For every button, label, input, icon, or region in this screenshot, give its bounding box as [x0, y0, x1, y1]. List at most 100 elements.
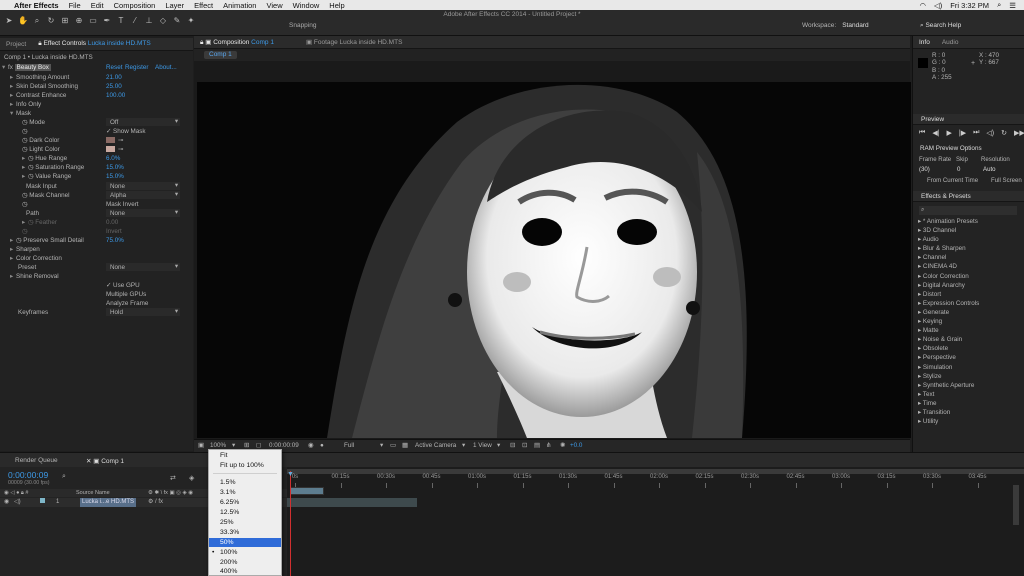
- param-value[interactable]: None: [110, 209, 125, 218]
- pen-tool-icon[interactable]: ✒: [102, 16, 112, 26]
- resolution-select-preview[interactable]: Auto: [983, 166, 996, 173]
- param-value[interactable]: ✓ Show Mask: [106, 127, 146, 136]
- layer-color-label[interactable]: [40, 498, 45, 507]
- eyedropper-icon[interactable]: ⊸: [118, 146, 123, 153]
- effect-param-row[interactable]: ◷ ✓ Show Mask: [0, 127, 193, 136]
- zoom-option-200[interactable]: 200%: [209, 558, 281, 567]
- zoom-tool-icon[interactable]: ⌕: [32, 16, 42, 26]
- view-layout-select[interactable]: 1 View: [473, 440, 492, 452]
- param-value[interactable]: 25.00: [106, 82, 122, 91]
- timeline-icon[interactable]: ▤: [534, 440, 540, 452]
- menu-effect[interactable]: Effect: [194, 1, 213, 10]
- exposure-reset-icon[interactable]: ✺: [560, 440, 565, 452]
- menu-animation[interactable]: Animation: [223, 1, 256, 10]
- effects-category-item[interactable]: ▸ Keying: [918, 317, 979, 326]
- param-value[interactable]: 6.0%: [106, 154, 120, 163]
- effects-category-item[interactable]: ▸ Simulation: [918, 363, 979, 372]
- vertical-scrollbar[interactable]: [1013, 485, 1019, 525]
- effect-param-row[interactable]: Path None: [0, 208, 193, 218]
- search-icon[interactable]: ⌕: [62, 473, 66, 481]
- footage-frame-mask-view[interactable]: [197, 82, 911, 438]
- spotlight-icon[interactable]: ⌕: [997, 0, 1001, 10]
- effects-presets-title[interactable]: Effects & Presets: [913, 191, 1024, 202]
- snapping-label[interactable]: Snapping: [289, 22, 316, 29]
- pan-behind-tool-icon[interactable]: ⊕: [74, 16, 84, 26]
- param-value[interactable]: 100.00: [106, 91, 125, 100]
- stopwatch-icon[interactable]: ◷: [22, 128, 28, 135]
- first-frame-icon[interactable]: ⏮: [919, 129, 925, 137]
- effects-category-item[interactable]: ▸ * Animation Presets: [918, 217, 979, 226]
- clone-stamp-tool-icon[interactable]: ⊥: [144, 16, 154, 26]
- tab-footage[interactable]: ▣ Footage Lucka inside HD.MTS: [300, 38, 408, 46]
- chevron-down-icon[interactable]: ▾: [497, 440, 500, 452]
- menu-file[interactable]: File: [69, 1, 81, 10]
- comp-mini-flowchart-icon[interactable]: ⇄: [170, 474, 176, 482]
- chevron-down-icon[interactable]: ▾: [462, 440, 465, 452]
- effects-category-item[interactable]: ▸ Distort: [918, 290, 979, 299]
- region-of-interest-icon[interactable]: ▭: [390, 440, 396, 452]
- zoom-option-25[interactable]: 25%: [209, 518, 281, 527]
- effect-param-row[interactable]: ✓ Use GPU: [0, 281, 193, 290]
- eyedropper-icon[interactable]: ⊸: [118, 137, 123, 144]
- param-value[interactable]: Invert: [106, 227, 122, 236]
- camera-tool-icon[interactable]: ⊞: [60, 16, 70, 26]
- always-preview-icon[interactable]: ▣: [198, 440, 204, 452]
- zoom-option-400[interactable]: 400%: [209, 567, 281, 576]
- effect-param-row[interactable]: ◷ Invert: [0, 227, 193, 236]
- ram-preview-icon[interactable]: ▶▶: [1014, 129, 1024, 137]
- effect-param-row[interactable]: ◷ Dark Color ⊸: [0, 136, 193, 145]
- menu-help[interactable]: Help: [329, 1, 344, 10]
- effect-param-row[interactable]: ▸ ◷ Hue Range 6.0%: [0, 154, 193, 163]
- tab-comp-timeline[interactable]: ✕ ▣ Comp 1: [86, 457, 124, 465]
- rotate-tool-icon[interactable]: ↻: [46, 16, 56, 26]
- full-screen-option[interactable]: Full Screen: [991, 177, 1022, 184]
- effects-category-item[interactable]: ▸ Perspective: [918, 353, 979, 362]
- effects-category-item[interactable]: ▸ Digital Anarchy: [918, 281, 979, 290]
- snapshot-icon[interactable]: ◉: [308, 440, 314, 452]
- param-value[interactable]: 21.00: [106, 73, 122, 82]
- effects-search-field[interactable]: ⌕: [919, 206, 1017, 215]
- param-value[interactable]: None: [110, 263, 125, 272]
- app-menu[interactable]: After Effects: [14, 1, 59, 10]
- flowchart-icon[interactable]: ⋔: [546, 440, 551, 452]
- current-time-indicator[interactable]: [290, 471, 291, 576]
- hand-tool-icon[interactable]: ✋: [18, 16, 28, 26]
- puppet-pin-tool-icon[interactable]: ✦: [186, 16, 196, 26]
- zoom-option-fit[interactable]: Fit: [209, 451, 281, 460]
- effect-param-row[interactable]: Mask Input None: [0, 181, 193, 191]
- clock[interactable]: Fri 3:32 PM: [950, 1, 989, 10]
- play-icon[interactable]: ▶: [947, 129, 952, 137]
- frame-rate-select[interactable]: (30): [919, 166, 930, 173]
- camera-view-select[interactable]: Active Camera: [415, 440, 456, 452]
- loop-icon[interactable]: ↻: [1001, 129, 1007, 137]
- zoom-option-50[interactable]: 50%: [209, 538, 281, 547]
- param-value[interactable]: 15.0%: [106, 163, 124, 172]
- tab-composition[interactable]: 🔒︎ ▣ Composition Comp 1: [194, 38, 280, 47]
- zoom-option-1-5[interactable]: 1.5%: [209, 478, 281, 487]
- stopwatch-icon[interactable]: ◷: [22, 228, 28, 235]
- effect-param-row[interactable]: ◷ ModeOff: [0, 117, 193, 127]
- ram-preview-options[interactable]: RAM Preview Options: [920, 145, 982, 152]
- zoom-option-12-5[interactable]: 12.5%: [209, 508, 281, 517]
- param-value[interactable]: None: [110, 182, 125, 191]
- effect-param-row[interactable]: ▸ Skin Detail Smoothing 25.00: [0, 82, 193, 91]
- effects-category-item[interactable]: ▸ Time: [918, 399, 979, 408]
- time-ruler[interactable]: 0s 00:15s 00:30s 00:45s 01:00s 01:15s 01:30s 01…: [287, 474, 1024, 490]
- stopwatch-icon[interactable]: ◷: [22, 201, 28, 208]
- layer-switches-icon[interactable]: ⚙ / fx: [148, 498, 163, 507]
- effect-param-row[interactable]: ▾ Mask: [0, 109, 193, 118]
- effects-category-item[interactable]: ▸ Audio: [918, 235, 979, 244]
- tab-info[interactable]: Info: [913, 39, 936, 46]
- effect-param-row[interactable]: ▸ ◷ Value Range 15.0%: [0, 172, 193, 181]
- resolution-select[interactable]: Full: [344, 440, 354, 452]
- tab-project[interactable]: Project: [0, 41, 32, 48]
- source-name-header[interactable]: Source Name: [76, 489, 110, 497]
- chevron-down-icon[interactable]: ▾: [380, 440, 383, 452]
- effect-param-row[interactable]: Preset None: [0, 262, 193, 272]
- speaker-icon[interactable]: ◁): [14, 498, 21, 507]
- param-value[interactable]: Mask Invert: [106, 200, 139, 209]
- effects-category-item[interactable]: ▸ Text: [918, 390, 979, 399]
- effect-param-row[interactable]: ▸ Shine Removal: [0, 272, 193, 281]
- type-tool-icon[interactable]: T: [116, 16, 126, 26]
- effects-category-item[interactable]: ▸ Generate: [918, 308, 979, 317]
